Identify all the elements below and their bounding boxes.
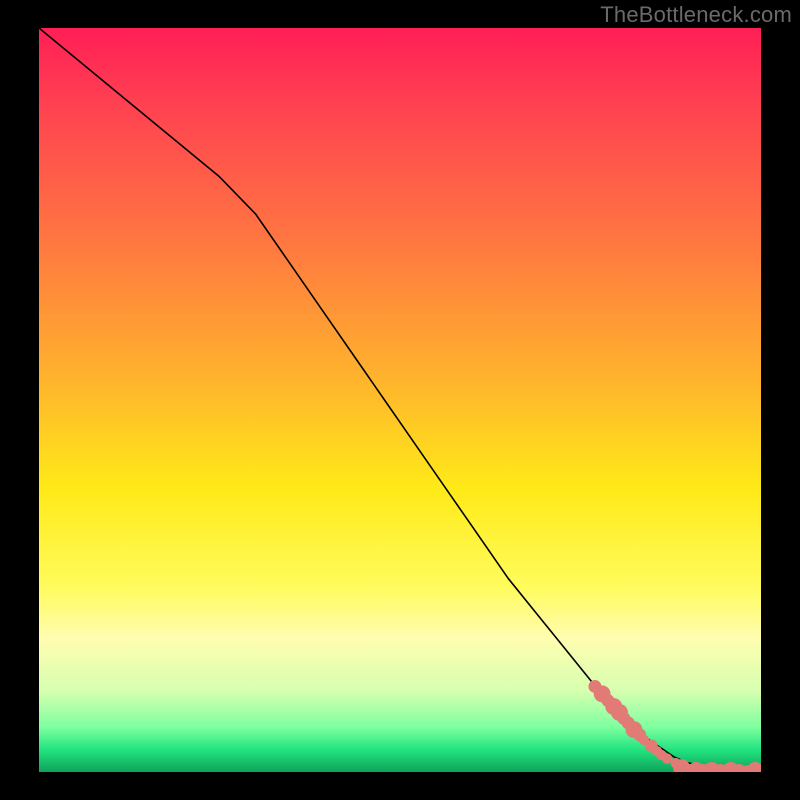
series-markers (588, 680, 761, 772)
watermark-label: TheBottleneck.com (600, 2, 792, 28)
chart-frame: TheBottleneck.com (0, 0, 800, 800)
series-curve-line (39, 28, 761, 772)
chart-overlay (39, 28, 761, 772)
marker-dot (747, 762, 761, 772)
